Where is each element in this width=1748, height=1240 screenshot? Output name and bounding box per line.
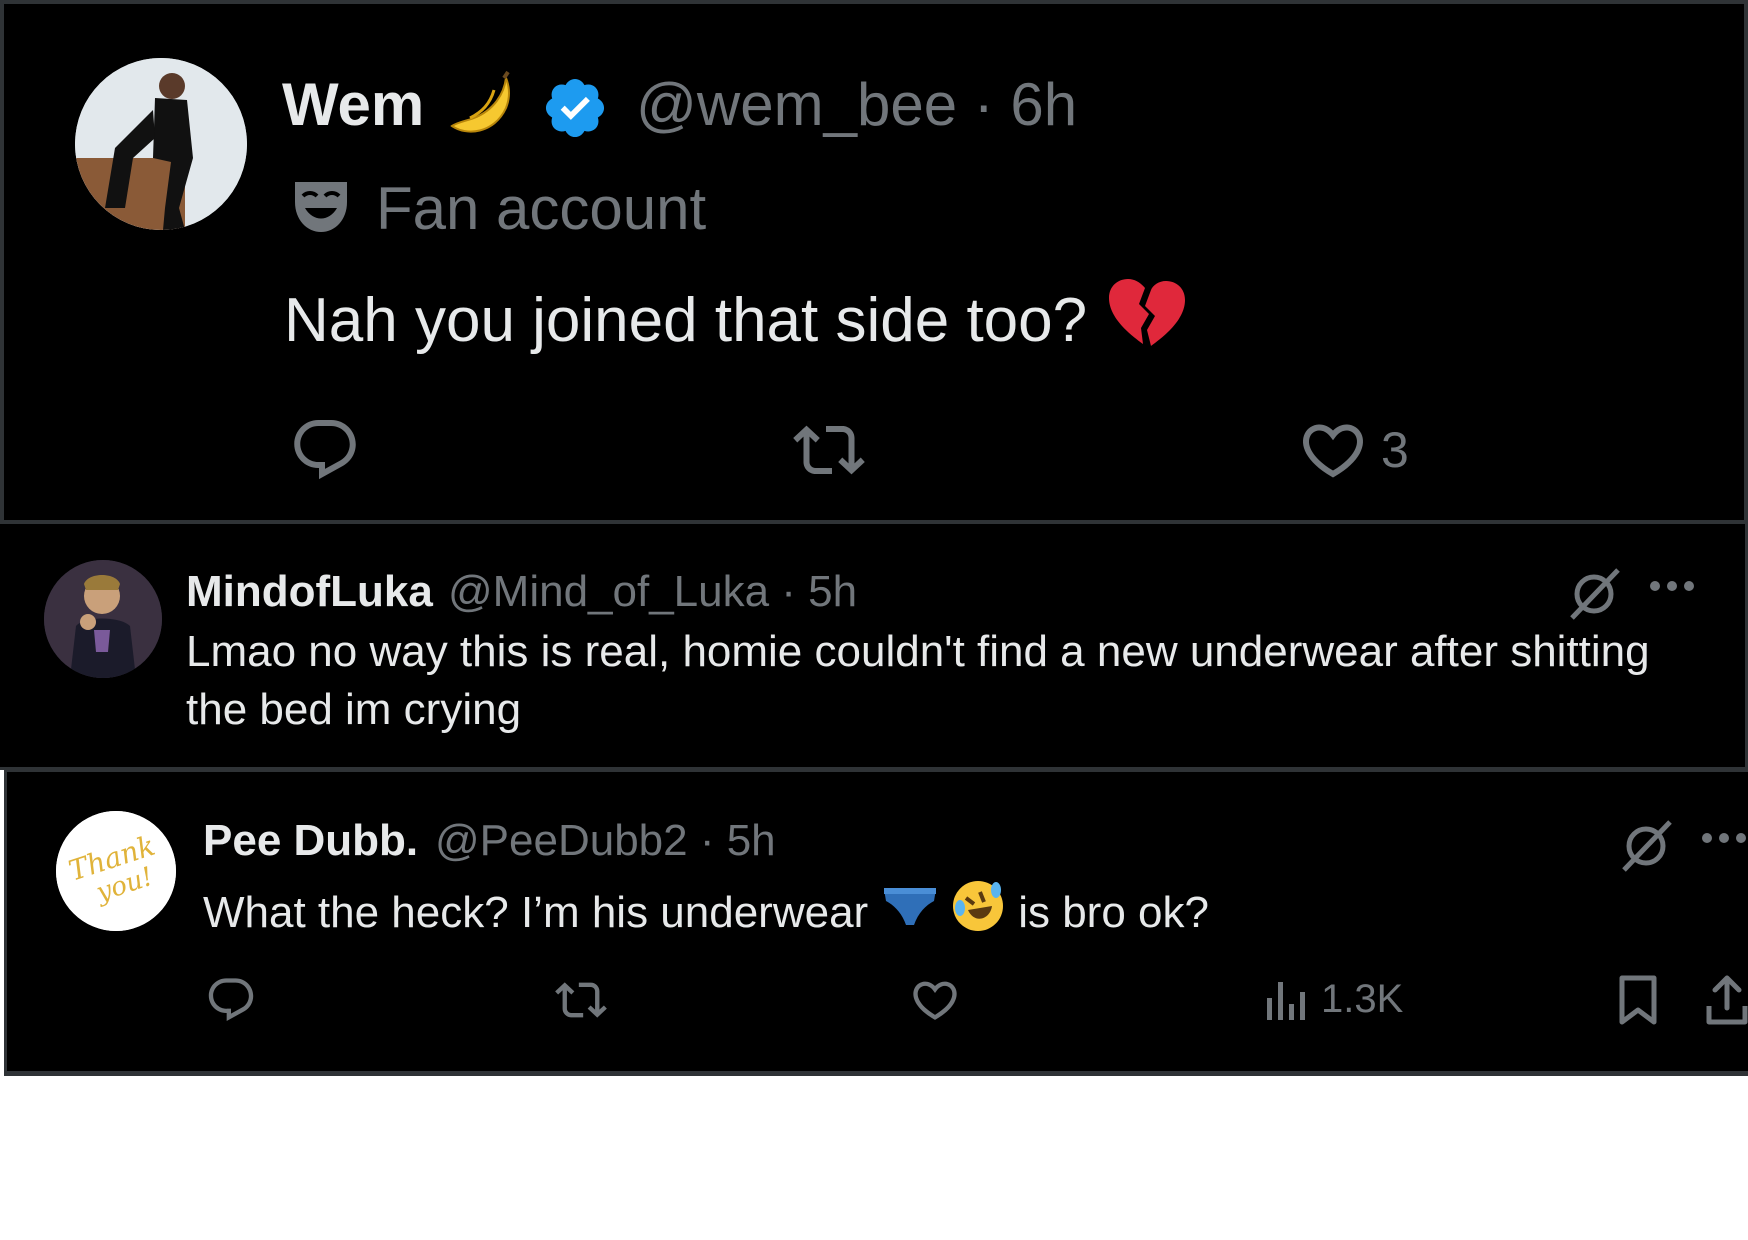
retweet-icon[interactable] bbox=[789, 414, 869, 486]
reply-text-part2: is bro ok? bbox=[1018, 888, 1209, 937]
like-icon[interactable] bbox=[909, 974, 961, 1026]
author-name[interactable]: MindofLuka bbox=[186, 566, 433, 618]
retweet-icon[interactable] bbox=[553, 974, 609, 1026]
avatar[interactable] bbox=[44, 560, 162, 678]
rolling-laughing-emoji bbox=[950, 878, 1006, 948]
more-icon[interactable] bbox=[1648, 574, 1696, 598]
reply-mindofluka: MindofLuka @Mind_of_Luka · 5h Lmao no wa… bbox=[0, 524, 1748, 770]
handle-time[interactable]: @Mind_of_Luka · 5h bbox=[448, 566, 857, 618]
reply-peedubb: Thank you! Pee Dubb. @PeeDubb2 · 5h What… bbox=[4, 770, 1748, 1076]
briefs-emoji bbox=[882, 885, 938, 941]
views-count: 1.3K bbox=[1321, 976, 1404, 1021]
share-icon[interactable] bbox=[1705, 972, 1748, 1028]
tweet-text: Nah you joined that side too? bbox=[284, 276, 1186, 365]
handle-time[interactable]: @wem_bee · 6h bbox=[636, 70, 1077, 140]
author-name[interactable]: Pee Dubb. bbox=[203, 815, 418, 867]
like-count: 3 bbox=[1381, 422, 1409, 478]
bookmark-icon[interactable] bbox=[1617, 974, 1659, 1026]
thank-you-logo: Thank you! bbox=[56, 811, 176, 931]
fan-account-label: Fan account bbox=[376, 175, 707, 242]
reply-icon[interactable] bbox=[205, 974, 257, 1026]
mask-icon bbox=[291, 176, 351, 241]
tweet-text-content: Nah you joined that side too? bbox=[284, 285, 1088, 355]
broken-heart-emoji bbox=[1105, 276, 1186, 365]
avatar[interactable]: Thank you! bbox=[56, 811, 176, 931]
reply-text-part1: What the heck? I’m his underwear bbox=[203, 888, 869, 937]
more-icon[interactable] bbox=[1700, 826, 1748, 850]
grok-icon[interactable] bbox=[1618, 816, 1674, 872]
reply-text: What the heck? I’m his underwear is bro … bbox=[203, 878, 1209, 948]
handle-time[interactable]: @PeeDubb2 · 5h bbox=[435, 815, 776, 867]
views-icon bbox=[1265, 976, 1307, 1022]
like-icon bbox=[1297, 414, 1369, 486]
author-name[interactable]: Wem bbox=[282, 70, 424, 140]
avatar[interactable] bbox=[75, 58, 247, 230]
reply-icon[interactable] bbox=[289, 414, 361, 486]
banana-emoji bbox=[444, 70, 520, 151]
reply-text-line1: Lmao no way this is real, homie couldn't… bbox=[186, 627, 1650, 676]
like-button[interactable]: 3 bbox=[1297, 414, 1409, 486]
person-photo bbox=[75, 58, 247, 230]
reply-text-line2: the bed im crying bbox=[186, 685, 522, 734]
grok-icon[interactable] bbox=[1566, 564, 1622, 620]
verified-badge-icon[interactable] bbox=[541, 74, 609, 147]
main-tweet: Wem @wem_bee · 6h Fan account Nah you jo… bbox=[0, 0, 1748, 524]
player-photo bbox=[44, 560, 162, 678]
views-button[interactable]: 1.3K bbox=[1265, 976, 1403, 1022]
